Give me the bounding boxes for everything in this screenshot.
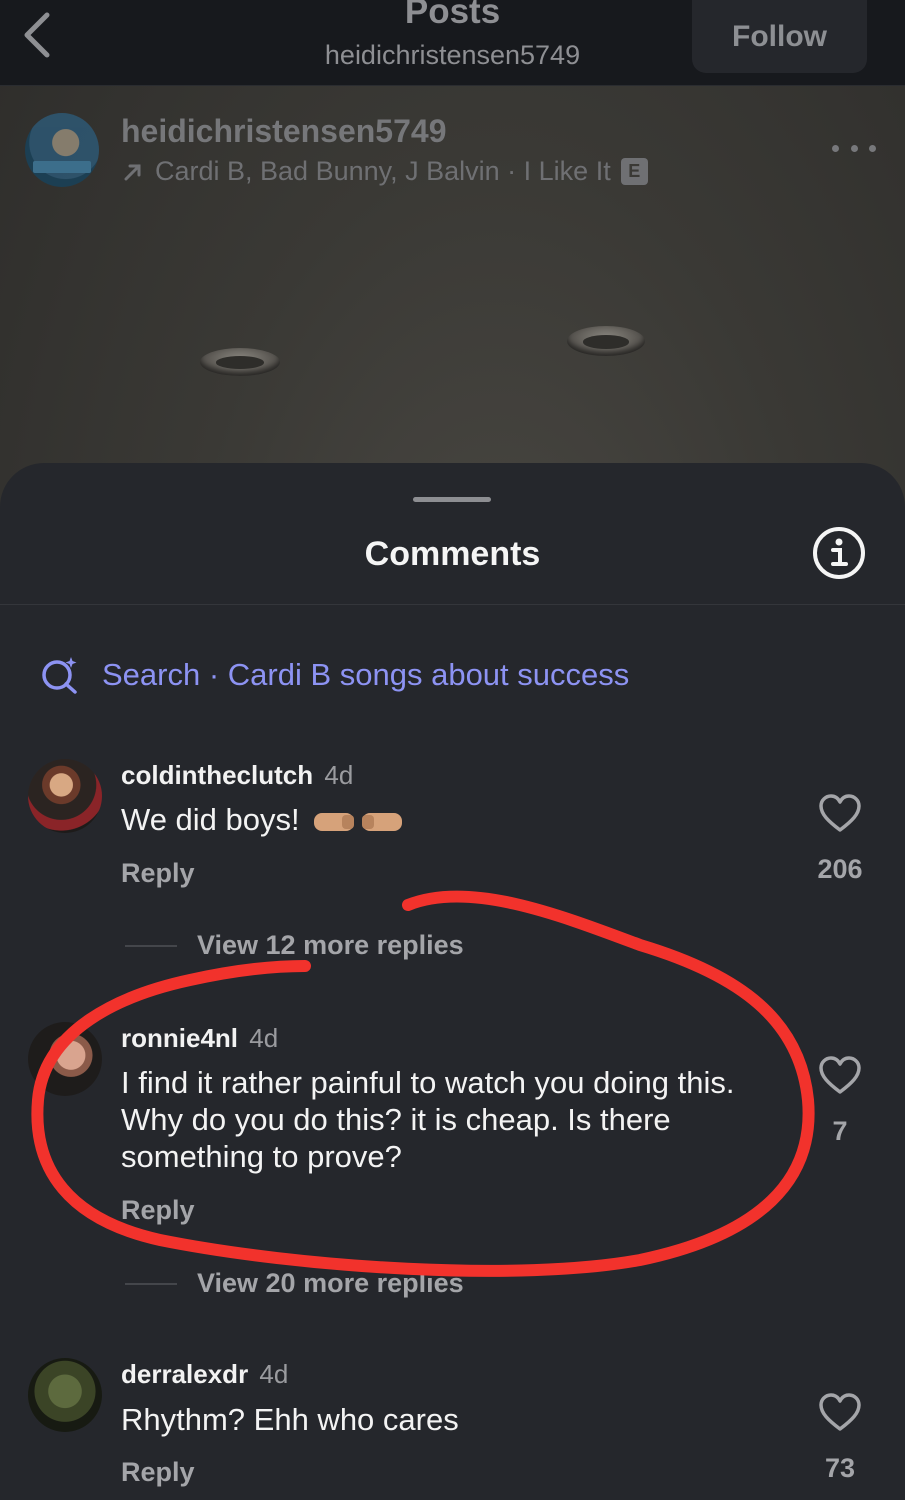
arrow-up-right-icon	[124, 164, 141, 180]
comment-text: We did boys!	[121, 801, 761, 838]
more-icon-dot	[850, 144, 858, 152]
comment-text: Rhythm? Ehh who cares	[121, 1402, 459, 1437]
comments-title: Comments	[364, 535, 541, 573]
comments-search-suggestion[interactable]: Search · Cardi B songs about success	[40, 655, 629, 695]
post-author-username[interactable]: heidichristensen5749	[121, 113, 446, 150]
like-count: 7	[832, 1116, 848, 1146]
thread-line	[125, 1282, 177, 1285]
heart-icon[interactable]	[818, 794, 862, 834]
reply-button[interactable]: Reply	[121, 1457, 195, 1488]
like-count: 206	[817, 854, 863, 884]
explicit-badge: E	[620, 158, 648, 185]
view-more-replies-label: View 20 more replies	[197, 1268, 464, 1298]
screen: Posts heidichristensen5749 Follow heidic…	[0, 0, 905, 1500]
comment-text: I find it rather painful to watch you do…	[121, 1065, 735, 1174]
post-more-button[interactable]	[832, 136, 876, 160]
view-more-replies[interactable]: View 20 more replies	[125, 1268, 464, 1299]
comment-header: coldintheclutch 4d	[121, 760, 353, 791]
view-more-replies[interactable]: View 12 more replies	[125, 930, 464, 961]
sheet-drag-handle[interactable]	[413, 497, 491, 502]
reply-button[interactable]: Reply	[121, 858, 195, 889]
top-navigation-bar: Posts heidichristensen5749 Follow	[0, 0, 905, 86]
more-icon-dot	[869, 144, 876, 152]
thread-line	[125, 944, 177, 947]
commenter-avatar[interactable]	[28, 1022, 102, 1096]
search-suggestion-text: Search · Cardi B songs about success	[102, 657, 630, 692]
fist-bump-emoji	[314, 812, 403, 831]
follow-button[interactable]: Follow	[692, 0, 867, 73]
sheet-divider	[0, 604, 905, 605]
comment-timestamp: 4d	[324, 760, 354, 790]
post-music-credit[interactable]: Cardi B, Bad Bunny, J Balvin · I Like It…	[121, 156, 648, 187]
heart-icon[interactable]	[818, 1056, 862, 1096]
commenter-username[interactable]: coldintheclutch	[121, 760, 313, 790]
comment-text-content: We did boys!	[121, 802, 300, 837]
ceiling-light	[567, 326, 645, 356]
reply-button[interactable]: Reply	[121, 1195, 195, 1226]
comment-timestamp: 4d	[259, 1359, 289, 1389]
like-count: 73	[824, 1453, 856, 1483]
more-icon-dot	[832, 144, 839, 152]
ceiling-light	[200, 348, 280, 376]
info-icon[interactable]	[811, 525, 867, 581]
comment-header: derralexdr 4d	[121, 1359, 288, 1390]
commenter-avatar[interactable]	[28, 759, 102, 833]
comments-sheet: Comments Search · Cardi B songs about su…	[0, 463, 905, 1500]
commenter-avatar[interactable]	[28, 1358, 102, 1432]
heart-icon[interactable]	[818, 1393, 862, 1433]
music-credit-text: Cardi B, Bad Bunny, J Balvin · I Like It	[155, 156, 611, 186]
view-more-replies-label: View 12 more replies	[197, 930, 464, 960]
post-author-avatar[interactable]	[25, 113, 99, 187]
commenter-username[interactable]: derralexdr	[121, 1359, 248, 1389]
ai-search-icon	[42, 657, 77, 694]
comment-timestamp: 4d	[249, 1023, 279, 1053]
comment-header: ronnie4nl 4d	[121, 1023, 278, 1054]
commenter-username[interactable]: ronnie4nl	[121, 1023, 238, 1053]
